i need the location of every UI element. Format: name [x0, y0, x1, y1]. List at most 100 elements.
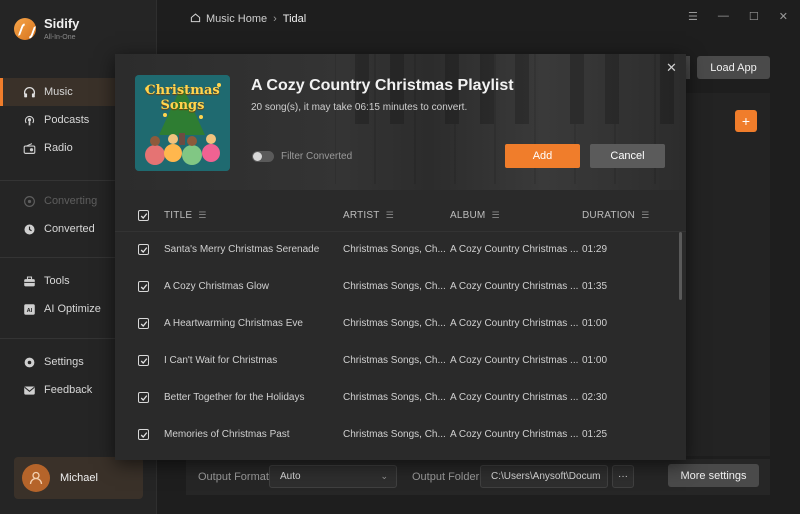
close-window-icon[interactable]: ✕ [779, 10, 788, 23]
song-duration: 01:35 [582, 281, 608, 292]
column-duration[interactable]: DURATION ☰ [582, 210, 649, 221]
menu-icon[interactable]: ☰ [688, 10, 698, 23]
home-icon[interactable] [190, 12, 201, 26]
row-checkbox[interactable] [138, 244, 149, 255]
sidebar-item-label: Tools [44, 275, 70, 287]
song-title: A Heartwarming Christmas Eve [164, 318, 303, 329]
sort-icon: ☰ [641, 210, 650, 220]
song-album: A Cozy Country Christmas ... [450, 392, 579, 403]
select-all-checkbox[interactable] [138, 210, 149, 221]
table-row[interactable]: Better Together for the Holidays Christm… [115, 380, 686, 417]
app-subtitle: All-In-One [44, 34, 76, 41]
row-checkbox[interactable] [138, 355, 149, 366]
maximize-icon[interactable]: ☐ [749, 10, 759, 23]
song-album: A Cozy Country Christmas ... [450, 318, 579, 329]
app-logo: Sidify All-In-One [14, 16, 79, 41]
add-songs-dialog: Christmas Songs A Cozy Country Christmas… [115, 54, 686, 460]
user-profile[interactable]: Michael [14, 457, 143, 499]
filter-converted-label: Filter Converted [281, 151, 353, 162]
close-icon[interactable]: ✕ [666, 60, 677, 76]
row-checkbox[interactable] [138, 281, 149, 292]
column-title-label: TITLE [164, 210, 193, 221]
headphones-icon [22, 85, 36, 99]
row-checkbox[interactable] [138, 392, 149, 403]
sidebar-item-label: Podcasts [44, 114, 90, 126]
scrollbar[interactable] [679, 232, 682, 300]
filter-converted-toggle[interactable] [252, 151, 274, 162]
column-album[interactable]: ALBUM ☰ [450, 210, 500, 221]
playlist-subtitle: 20 song(s), it may take 06:15 minutes to… [251, 102, 468, 113]
song-album: A Cozy Country Christmas ... [450, 429, 579, 440]
ai-icon: AI [22, 302, 36, 316]
converting-icon [22, 194, 36, 208]
table-row[interactable]: Santa's Merry Christmas Serenade Christm… [115, 232, 686, 269]
song-title: Memories of Christmas Past [164, 429, 290, 440]
radio-icon [22, 141, 36, 155]
output-folder-label: Output Folder [412, 471, 480, 483]
song-artist: Christmas Songs, Ch... [343, 318, 446, 329]
song-artist: Christmas Songs, Ch... [343, 355, 446, 366]
svg-text:AI: AI [26, 307, 32, 313]
sidebar-item-label: Radio [44, 142, 73, 154]
window-controls: ☰ — ☐ ✕ [688, 10, 788, 23]
sort-icon: ☰ [491, 210, 500, 220]
row-checkbox[interactable] [138, 429, 149, 440]
column-artist[interactable]: ARTIST ☰ [343, 210, 394, 221]
sort-icon: ☰ [385, 210, 394, 220]
breadcrumb-current: Tidal [282, 13, 307, 25]
more-settings-button[interactable]: More settings [668, 464, 759, 487]
load-app-button[interactable]: Load App [697, 56, 770, 79]
mail-icon [22, 383, 36, 397]
sidebar-item-label: Settings [44, 356, 84, 368]
table-row[interactable]: A Cozy Christmas Glow Christmas Songs, C… [115, 269, 686, 306]
song-artist: Christmas Songs, Ch... [343, 392, 446, 403]
add-button[interactable]: Add [505, 144, 580, 168]
user-name: Michael [60, 472, 98, 484]
song-duration: 01:29 [582, 244, 608, 255]
song-table: TITLE ☰ ARTIST ☰ ALBUM ☰ DURATION ☰ Santa's … [115, 200, 686, 454]
breadcrumb-home[interactable]: Music Home [206, 13, 267, 25]
table-row[interactable]: Memories of Christmas Past Christmas Son… [115, 417, 686, 454]
breadcrumb: Music Home › Tidal [190, 12, 306, 26]
playlist-cover: Christmas Songs [135, 75, 230, 171]
sidebar-item-label: Converted [44, 223, 95, 235]
song-artist: Christmas Songs, Ch... [343, 281, 446, 292]
user-icon [29, 471, 43, 485]
song-album: A Cozy Country Christmas ... [450, 281, 579, 292]
output-folder-field[interactable]: C:\Users\Anysoft\Docum [480, 465, 608, 488]
output-format-select[interactable]: Auto ⌄ [269, 465, 397, 488]
table-header: TITLE ☰ ARTIST ☰ ALBUM ☰ DURATION ☰ [115, 200, 686, 232]
song-title: I Can't Wait for Christmas [164, 355, 278, 366]
song-title: A Cozy Christmas Glow [164, 281, 270, 292]
add-icon[interactable]: + [735, 110, 757, 132]
song-duration: 01:00 [582, 318, 608, 329]
output-folder-value: C:\Users\Anysoft\Docum [491, 471, 601, 482]
song-title: Better Together for the Holidays [164, 392, 305, 403]
table-row[interactable]: I Can't Wait for Christmas Christmas Son… [115, 343, 686, 380]
sidebar-item-label: Music [44, 86, 73, 98]
clock-icon [22, 222, 36, 236]
table-row[interactable]: A Heartwarming Christmas Eve Christmas S… [115, 306, 686, 343]
more-icon: ··· [618, 471, 628, 482]
sort-icon: ☰ [198, 210, 207, 220]
column-title[interactable]: TITLE ☰ [164, 210, 207, 221]
minimize-icon[interactable]: — [718, 10, 729, 23]
dialog-header: Christmas Songs A Cozy Country Christmas… [115, 54, 686, 190]
sidebar-item-label: Converting [44, 195, 98, 207]
chevron-down-icon: ⌄ [380, 471, 388, 481]
browse-folder-button[interactable]: ··· [612, 465, 634, 488]
toolbox-icon [22, 274, 36, 288]
gear-icon [22, 355, 36, 369]
row-checkbox[interactable] [138, 318, 149, 329]
app-name: Sidify [44, 16, 80, 31]
song-artist: Christmas Songs, Ch... [343, 244, 446, 255]
cancel-button[interactable]: Cancel [590, 144, 665, 168]
column-duration-label: DURATION [582, 210, 636, 221]
sidebar-item-label: Feedback [44, 384, 93, 396]
avatar [22, 464, 50, 492]
song-album: A Cozy Country Christmas ... [450, 244, 579, 255]
sidify-logo-icon [14, 17, 36, 40]
output-format-label: Output Format [198, 471, 269, 483]
song-artist: Christmas Songs, Ch... [343, 429, 446, 440]
podcast-icon [22, 113, 36, 127]
